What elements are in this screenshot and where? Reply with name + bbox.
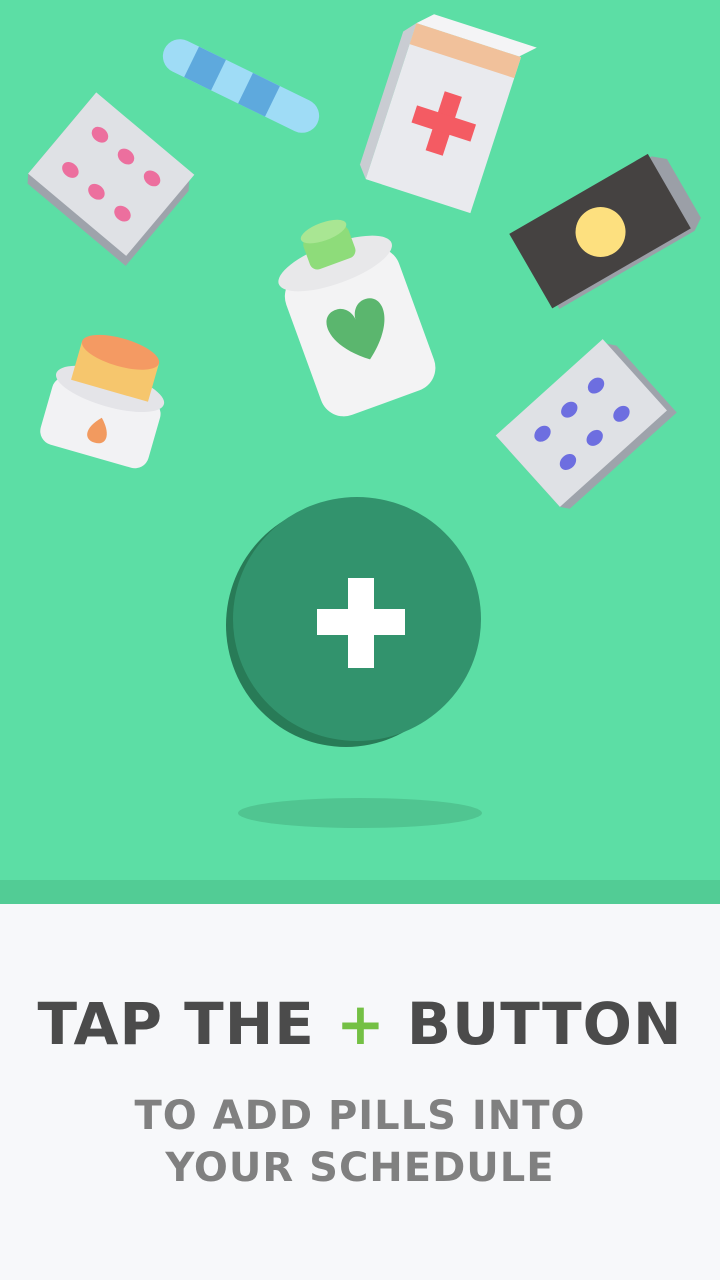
pill-capsule-icon: [162, 39, 320, 133]
headline-part2: BUTTON: [406, 990, 683, 1058]
add-pill-button[interactable]: [226, 497, 486, 752]
headline-part1: TAP THE: [37, 990, 315, 1058]
hero-bottom-band: [0, 880, 720, 904]
subtitle-line1: TO ADD PILLS INTO: [134, 1093, 586, 1139]
pill-bottle-icon: [278, 219, 436, 417]
headline-plus-icon: +: [336, 990, 386, 1058]
ointment-jar-icon: [40, 334, 165, 469]
subtitle: TO ADD PILLS INTO YOUR SCHEDULE: [0, 1090, 720, 1194]
first-aid-box-icon: [359, 14, 537, 214]
blister-pack-pink-icon: [27, 92, 195, 266]
pill-box-icon: [509, 153, 701, 309]
headline: TAP THE + BUTTON: [0, 990, 720, 1058]
button-shadow: [238, 798, 482, 828]
blister-pack-purple-icon: [495, 339, 677, 509]
subtitle-line2: YOUR SCHEDULE: [165, 1145, 555, 1191]
hero-illustration-area: [0, 0, 720, 880]
